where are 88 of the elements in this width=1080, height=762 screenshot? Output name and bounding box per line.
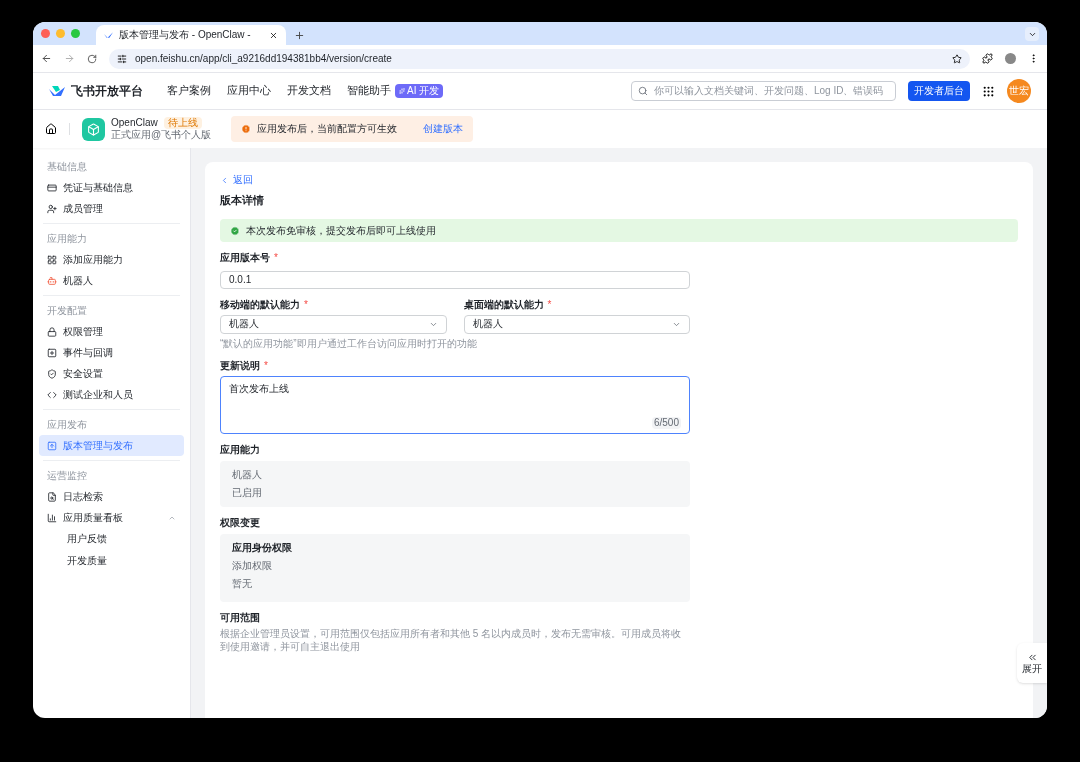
version-input[interactable]: 0.0.1 xyxy=(220,270,690,289)
home-icon[interactable] xyxy=(45,123,57,135)
nav-link[interactable]: 开发文档 xyxy=(287,84,331,98)
sidebar-item[interactable]: 凭证与基础信息 xyxy=(39,177,184,198)
sidebar-subitem[interactable]: 用户反馈 xyxy=(39,528,184,550)
required-mark: * xyxy=(304,298,308,311)
panel-text: 已启用 xyxy=(232,486,263,499)
section-description: 根据企业管理员设置，可用范围仅包括应用所有者和其他 5 名以内成员时，发布无需审核。可用成员将收到使用邀请，并可自主退出使用 xyxy=(220,626,683,653)
menu-item-icon xyxy=(47,440,57,451)
required-mark: * xyxy=(264,359,268,372)
field-hint: “默认的应用功能”即用户通过工作台访问应用时打开的功能 xyxy=(220,337,478,350)
nav-link[interactable]: 智能助手 xyxy=(347,84,391,98)
menu-item-icon xyxy=(47,347,57,358)
apps-grid-icon[interactable] xyxy=(982,84,995,98)
sidebar-item[interactable]: 成员管理 xyxy=(39,198,184,219)
console-button[interactable]: 开发者后台 xyxy=(908,81,970,101)
required-mark: * xyxy=(547,298,552,311)
section-title: 可用范围 xyxy=(220,611,261,624)
success-alert: 本次发布免审核，提交发布后即可上线使用 xyxy=(220,219,1018,243)
status-tag: 待上线 xyxy=(163,117,202,129)
warning-icon xyxy=(241,124,252,134)
section-title: 开发配置 xyxy=(46,303,88,318)
sidebar-subitem[interactable]: 开发质量 xyxy=(39,550,184,572)
field-label: 应用版本号 xyxy=(220,252,270,265)
profile-icon[interactable] xyxy=(1005,53,1016,64)
menu-item-icon xyxy=(47,512,57,523)
app-icon xyxy=(82,117,105,141)
notice-text: 应用发布后，当前配置方可生效 xyxy=(257,123,398,135)
app-name: OpenClaw xyxy=(111,117,158,129)
menu-item-icon xyxy=(47,368,57,379)
search-icon xyxy=(638,86,648,96)
menu-item-icon xyxy=(47,326,57,337)
panel-heading: 应用身份权限 xyxy=(232,541,293,554)
site-settings-icon[interactable] xyxy=(117,53,127,64)
section-title: 应用发布 xyxy=(46,417,88,432)
sidebar-item[interactable]: 添加应用能力 xyxy=(39,249,184,270)
browser-tab[interactable]: 版本管理与发布 - OpenClaw - xyxy=(96,25,286,45)
panel-text: 暂无 xyxy=(232,577,253,590)
nav-link[interactable]: 应用中心 xyxy=(227,84,271,98)
menu-item-icon xyxy=(47,491,57,502)
expand-button[interactable]: 展开 xyxy=(1017,643,1047,683)
logo-icon xyxy=(49,85,65,97)
section-title: 基础信息 xyxy=(46,159,88,174)
section-title: 应用能力 xyxy=(220,443,261,456)
back-icon[interactable] xyxy=(41,53,52,64)
create-version-link[interactable]: 创建版本 xyxy=(423,123,464,135)
field-label: 移动端的默认能力 xyxy=(220,298,300,311)
sidebar-item[interactable]: 应用质量看板 xyxy=(39,507,184,528)
check-icon xyxy=(230,225,240,236)
sidebar-item[interactable]: 机器人 xyxy=(39,270,184,291)
sidebar-item[interactable]: 测试企业和人员 xyxy=(39,384,184,405)
menu-item-icon xyxy=(47,389,57,400)
panel-text: 添加权限 xyxy=(232,559,273,572)
select-field[interactable]: 机器人 xyxy=(220,314,447,334)
menu-item-icon xyxy=(47,203,57,214)
sidebar-item[interactable]: 权限管理 xyxy=(39,321,184,342)
sidebar-item[interactable]: 版本管理与发布 xyxy=(39,435,184,456)
app-subtitle: 正式应用@飞书个人版 xyxy=(111,129,212,141)
ai-badge: AI 开发 xyxy=(395,84,444,98)
section-title: 权限变更 xyxy=(220,516,261,529)
panel-text: 机器人 xyxy=(232,468,263,481)
bookmark-icon[interactable] xyxy=(952,53,962,64)
menu-item-icon xyxy=(47,254,57,265)
new-tab-icon[interactable] xyxy=(294,30,305,41)
close-icon[interactable] xyxy=(269,30,278,40)
chevron-left-icon xyxy=(220,175,229,185)
required-mark: * xyxy=(274,252,278,265)
logo-text: 飞书开放平台 xyxy=(71,83,143,99)
field-label: 桌面端的默认能力 xyxy=(463,298,544,311)
select-field[interactable]: 机器人 xyxy=(463,314,690,334)
menu-item-icon xyxy=(47,182,57,193)
sidebar-item[interactable]: 安全设置 xyxy=(39,363,184,384)
sidebar-item[interactable]: 事件与回调 xyxy=(39,342,184,363)
notes-textarea[interactable]: 首次发布上线 6/500 xyxy=(220,375,690,434)
section-title: 运营监控 xyxy=(46,468,88,483)
reload-icon[interactable] xyxy=(87,53,97,64)
char-counter: 6/500 xyxy=(651,416,681,429)
menu-item-icon xyxy=(47,275,57,286)
field-label: 更新说明 xyxy=(220,359,260,372)
tab-menu-button[interactable] xyxy=(1025,27,1039,41)
page-title: 版本详情 xyxy=(220,194,265,208)
sidebar-item[interactable]: 日志检索 xyxy=(39,486,184,507)
nav-link[interactable]: 客户案例 xyxy=(167,84,211,98)
search-field[interactable]: 你可以输入文档关键词、开发问题、Log ID、错误码 xyxy=(631,81,896,101)
extensions-icon[interactable] xyxy=(982,53,993,64)
section-title: 应用能力 xyxy=(46,231,88,246)
back-link[interactable]: 返回 xyxy=(220,174,253,186)
address-bar[interactable]: open.feishu.cn/app/cli_a9216dd194381bb4/version/create xyxy=(109,48,970,69)
